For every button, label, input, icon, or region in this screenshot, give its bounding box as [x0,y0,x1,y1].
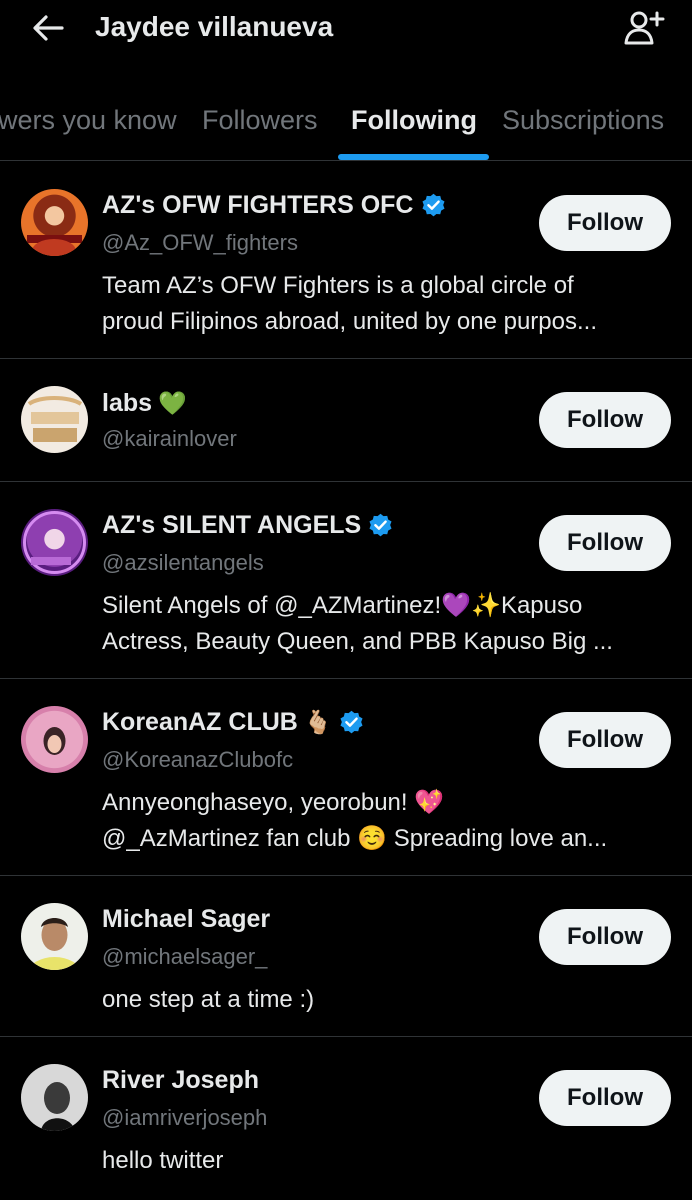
display-name[interactable]: AZ's OFW FIGHTERS OFC [102,191,414,220]
display-name[interactable]: AZ's SILENT ANGELS [102,511,361,540]
follow-button[interactable]: Follow [539,712,671,768]
profile-name-title: Jaydee villanueva [95,11,334,42]
tab-following[interactable]: Following [351,105,477,136]
user-handle: @iamriverjoseph [102,1105,268,1130]
active-tab-indicator [338,154,489,160]
display-name[interactable]: Michael Sager [102,905,270,934]
follow-button[interactable]: Follow [539,909,671,965]
user-handle: @azsilentangels [102,550,264,575]
bio-line: hello twitter [102,1147,224,1174]
user-handle: @kairainlover [102,426,237,451]
user-row[interactable]: AZ's OFW FIGHTERS OFC @Az_OFW_fighters T… [0,162,692,359]
follow-user-button[interactable] [622,8,668,48]
user-bio: Annyeonghaseyo, yeorobun! 💖 @_AzMartinez… [102,785,672,857]
top-bar: Jaydee villanueva [0,0,692,58]
follow-button[interactable]: Follow [539,515,671,571]
back-button[interactable] [30,12,66,44]
arrow-left-icon [33,15,64,41]
avatar[interactable] [21,903,88,970]
user-row[interactable]: River Joseph @iamriverjoseph hello twitt… [0,1037,692,1200]
user-handle: @KoreanazClubofc [102,747,294,772]
finger-heart-emoji: 🫰🏼 [303,708,333,735]
follow-button[interactable]: Follow [539,392,671,448]
avatar[interactable] [21,706,88,773]
user-row[interactable]: Michael Sager @michaelsager_ one step at… [0,876,692,1037]
follow-button[interactable]: Follow [539,195,671,251]
user-handle: @Az_OFW_fighters [102,230,298,255]
user-bio: one step at a time :) [102,982,672,1018]
user-handle: @michaelsager_ [102,944,268,969]
user-row[interactable]: AZ's SILENT ANGELS @azsilentangels Silen… [0,482,692,679]
bio-line: @_AzMartinez fan club ☺️ Spreading love … [102,825,608,852]
avatar[interactable] [21,1064,88,1131]
avatar[interactable] [21,509,88,576]
user-bio: Silent Angels of @_AZMartinez!💜✨Kapuso A… [102,588,672,660]
user-bio: hello twitter [102,1143,672,1179]
bio-line: one step at a time :) [102,986,315,1013]
user-row[interactable]: labs 💚 @kairainlover Follow [0,359,692,482]
bio-line: Team AZ’s OFW Fighters is a global circl… [102,272,574,299]
user-row[interactable]: KoreanAZ CLUB 🫰🏼 @KoreanazClubofc Annyeo… [0,679,692,876]
bio-line: Silent Angels of @_AZMartinez!💜✨Kapuso [102,592,583,619]
tab-subscriptions[interactable]: Subscriptions [502,105,664,136]
display-name[interactable]: KoreanAZ CLUB [102,708,298,737]
bio-line: proud Filipinos abroad, united by one pu… [102,308,597,335]
verified-badge-icon [421,193,445,216]
tab-followers-you-know[interactable]: wers you know [0,105,177,136]
profile-tabs: wers you know Followers Following Subscr… [0,95,692,161]
person-plus-icon [624,11,665,45]
follow-button[interactable]: Follow [539,1070,671,1126]
tab-followers[interactable]: Followers [202,105,318,136]
verified-badge-icon [369,513,392,536]
verified-badge-icon [340,710,364,733]
bio-line: Annyeonghaseyo, yeorobun! 💖 [102,789,445,816]
green-heart-emoji: 💚 [158,389,187,416]
user-bio: Team AZ’s OFW Fighters is a global circl… [102,268,672,340]
avatar[interactable] [21,386,88,453]
display-name[interactable]: labs [102,389,152,418]
avatar[interactable] [21,189,88,256]
display-name[interactable]: River Joseph [102,1066,259,1095]
bio-line: Actress, Beauty Queen, and PBB Kapuso Bi… [102,628,613,655]
